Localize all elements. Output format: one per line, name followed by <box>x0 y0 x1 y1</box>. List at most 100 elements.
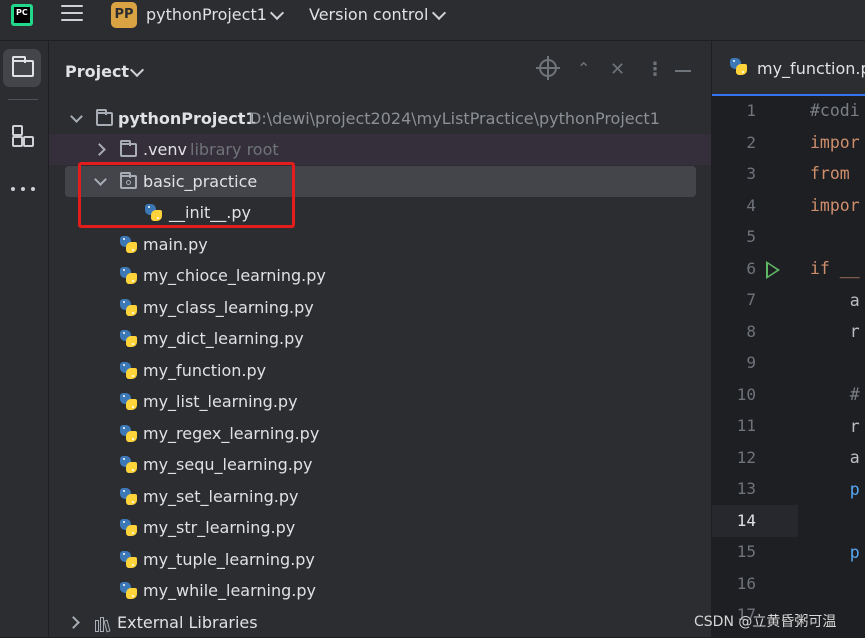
root-name: pythonProject1 <box>118 109 257 128</box>
chevron-right-icon[interactable] <box>67 616 80 629</box>
file-label: my_chioce_learning.py <box>143 266 326 285</box>
tree-item-file[interactable]: my_set_learning.py <box>49 481 711 512</box>
line-number: 7 <box>746 290 756 309</box>
file-label: my_while_learning.py <box>143 581 316 600</box>
line-number: 4 <box>746 195 756 215</box>
chevron-right-icon[interactable] <box>93 143 106 156</box>
minimize-icon[interactable] <box>675 70 691 72</box>
code-line: p <box>810 543 860 562</box>
python-file-icon <box>120 267 137 284</box>
python-file-icon <box>120 582 137 599</box>
tree-item-file[interactable]: my_class_learning.py <box>49 292 711 323</box>
python-file-icon <box>120 236 137 253</box>
line-number: 1 <box>746 101 756 120</box>
chevron-down-icon[interactable] <box>129 62 145 78</box>
collapse-all-icon[interactable]: ✕ <box>610 59 625 81</box>
line-number: 14 <box>736 510 756 530</box>
code-line: p <box>810 480 860 499</box>
chevron-down-icon[interactable] <box>431 5 447 21</box>
file-label: my_set_learning.py <box>143 487 299 506</box>
divider <box>8 99 38 100</box>
editor-tab-bar: my_function.p <box>712 41 865 96</box>
chevron-down-icon[interactable] <box>269 5 285 21</box>
line-number: 8 <box>746 321 756 341</box>
run-icon[interactable] <box>766 261 780 279</box>
root-path: D:\dewi\project2024\myListPractice\pytho… <box>249 109 660 128</box>
watermark: CSDN @立黄昏粥可温 <box>694 614 837 630</box>
structure-icon[interactable] <box>12 125 34 147</box>
tree-item-file[interactable]: my_while_learning.py <box>49 575 711 606</box>
library-icon <box>95 616 113 633</box>
file-label: my_function.py <box>143 361 267 380</box>
line-number: 11 <box>736 416 756 435</box>
code-line: a <box>810 448 860 467</box>
python-file-icon <box>120 519 137 536</box>
more-icon[interactable] <box>11 187 35 191</box>
code-line: from <box>810 164 860 183</box>
code-line: # <box>810 385 860 404</box>
folder-icon <box>96 109 113 126</box>
tree-item-external-libraries[interactable]: External Libraries <box>49 607 711 638</box>
external-libraries-label: External Libraries <box>117 613 258 632</box>
line-number: 15 <box>736 542 756 561</box>
tree-root[interactable]: pythonProject1 D:\dewi\project2024\myLis… <box>49 103 711 134</box>
python-file-icon <box>730 58 747 75</box>
file-label: my_str_learning.py <box>143 518 296 537</box>
python-file-icon <box>120 330 137 347</box>
version-control-menu[interactable]: Version control <box>309 5 428 24</box>
chevron-down-icon[interactable] <box>70 110 83 123</box>
panel-title[interactable]: Project <box>65 62 129 81</box>
file-label: my_dict_learning.py <box>143 329 304 348</box>
line-number: 6 <box>746 258 756 278</box>
folder-icon[interactable] <box>12 56 34 77</box>
code-line: r <box>810 417 860 436</box>
tree-item-file[interactable]: my_chioce_learning.py <box>49 260 711 291</box>
tree-item-file[interactable]: my_regex_learning.py <box>49 418 711 449</box>
line-number: 12 <box>736 447 756 467</box>
tree-item-venv[interactable]: .venv library root <box>49 134 711 165</box>
line-number: 16 <box>736 573 756 593</box>
pycharm-logo-text: PC <box>14 7 30 23</box>
project-panel: Project ⌃ ✕ ⋮ pythonProject1 D:\dewi\pro… <box>49 41 711 637</box>
main-toolbar: PC PP pythonProject1 Version control <box>0 0 865 41</box>
tree-item-file[interactable]: my_sequ_learning.py <box>49 449 711 480</box>
library-root-tag: library root <box>190 140 279 159</box>
locate-icon[interactable] <box>536 56 560 80</box>
python-file-icon <box>120 456 137 473</box>
code-line: impor <box>810 196 860 215</box>
line-number: 3 <box>746 164 756 183</box>
tree-item-file[interactable]: my_dict_learning.py <box>49 323 711 354</box>
code-line: #codi <box>810 101 860 120</box>
folder-icon <box>120 140 137 157</box>
line-number: 10 <box>736 384 756 404</box>
tree-item-file[interactable]: my_list_learning.py <box>49 386 711 417</box>
tree-item-file[interactable]: main.py <box>49 229 711 260</box>
tool-window-strip <box>0 41 49 637</box>
pycharm-logo-icon: PC <box>11 4 33 26</box>
main-menu-icon[interactable] <box>61 5 83 23</box>
editor-tab[interactable]: my_function.p <box>757 59 865 78</box>
project-badge[interactable]: PP <box>111 2 137 28</box>
more-options-icon[interactable]: ⋮ <box>646 59 664 81</box>
line-number: 9 <box>746 353 756 372</box>
expand-all-icon[interactable]: ⌃ <box>577 59 590 81</box>
file-label: my_list_learning.py <box>143 392 298 411</box>
python-file-icon <box>120 393 137 410</box>
python-file-icon <box>120 551 137 568</box>
code-line: if __ <box>810 259 860 278</box>
project-selector[interactable]: pythonProject1 <box>146 5 267 24</box>
code-line: a <box>810 291 860 310</box>
file-label: main.py <box>143 235 208 254</box>
file-label: my_regex_learning.py <box>143 424 320 443</box>
python-file-icon <box>120 425 137 442</box>
tree-item-file[interactable]: my_str_learning.py <box>49 512 711 543</box>
tree-item-file[interactable]: my_function.py <box>49 355 711 386</box>
line-number: 5 <box>746 227 756 246</box>
line-number: 2 <box>746 132 756 152</box>
code-line: r <box>810 322 860 341</box>
file-label: my_tuple_learning.py <box>143 550 315 569</box>
highlight-annotation-box <box>78 162 295 228</box>
file-label: my_sequ_learning.py <box>143 455 313 474</box>
tree-item-file[interactable]: my_tuple_learning.py <box>49 544 711 575</box>
python-file-icon <box>120 362 137 379</box>
